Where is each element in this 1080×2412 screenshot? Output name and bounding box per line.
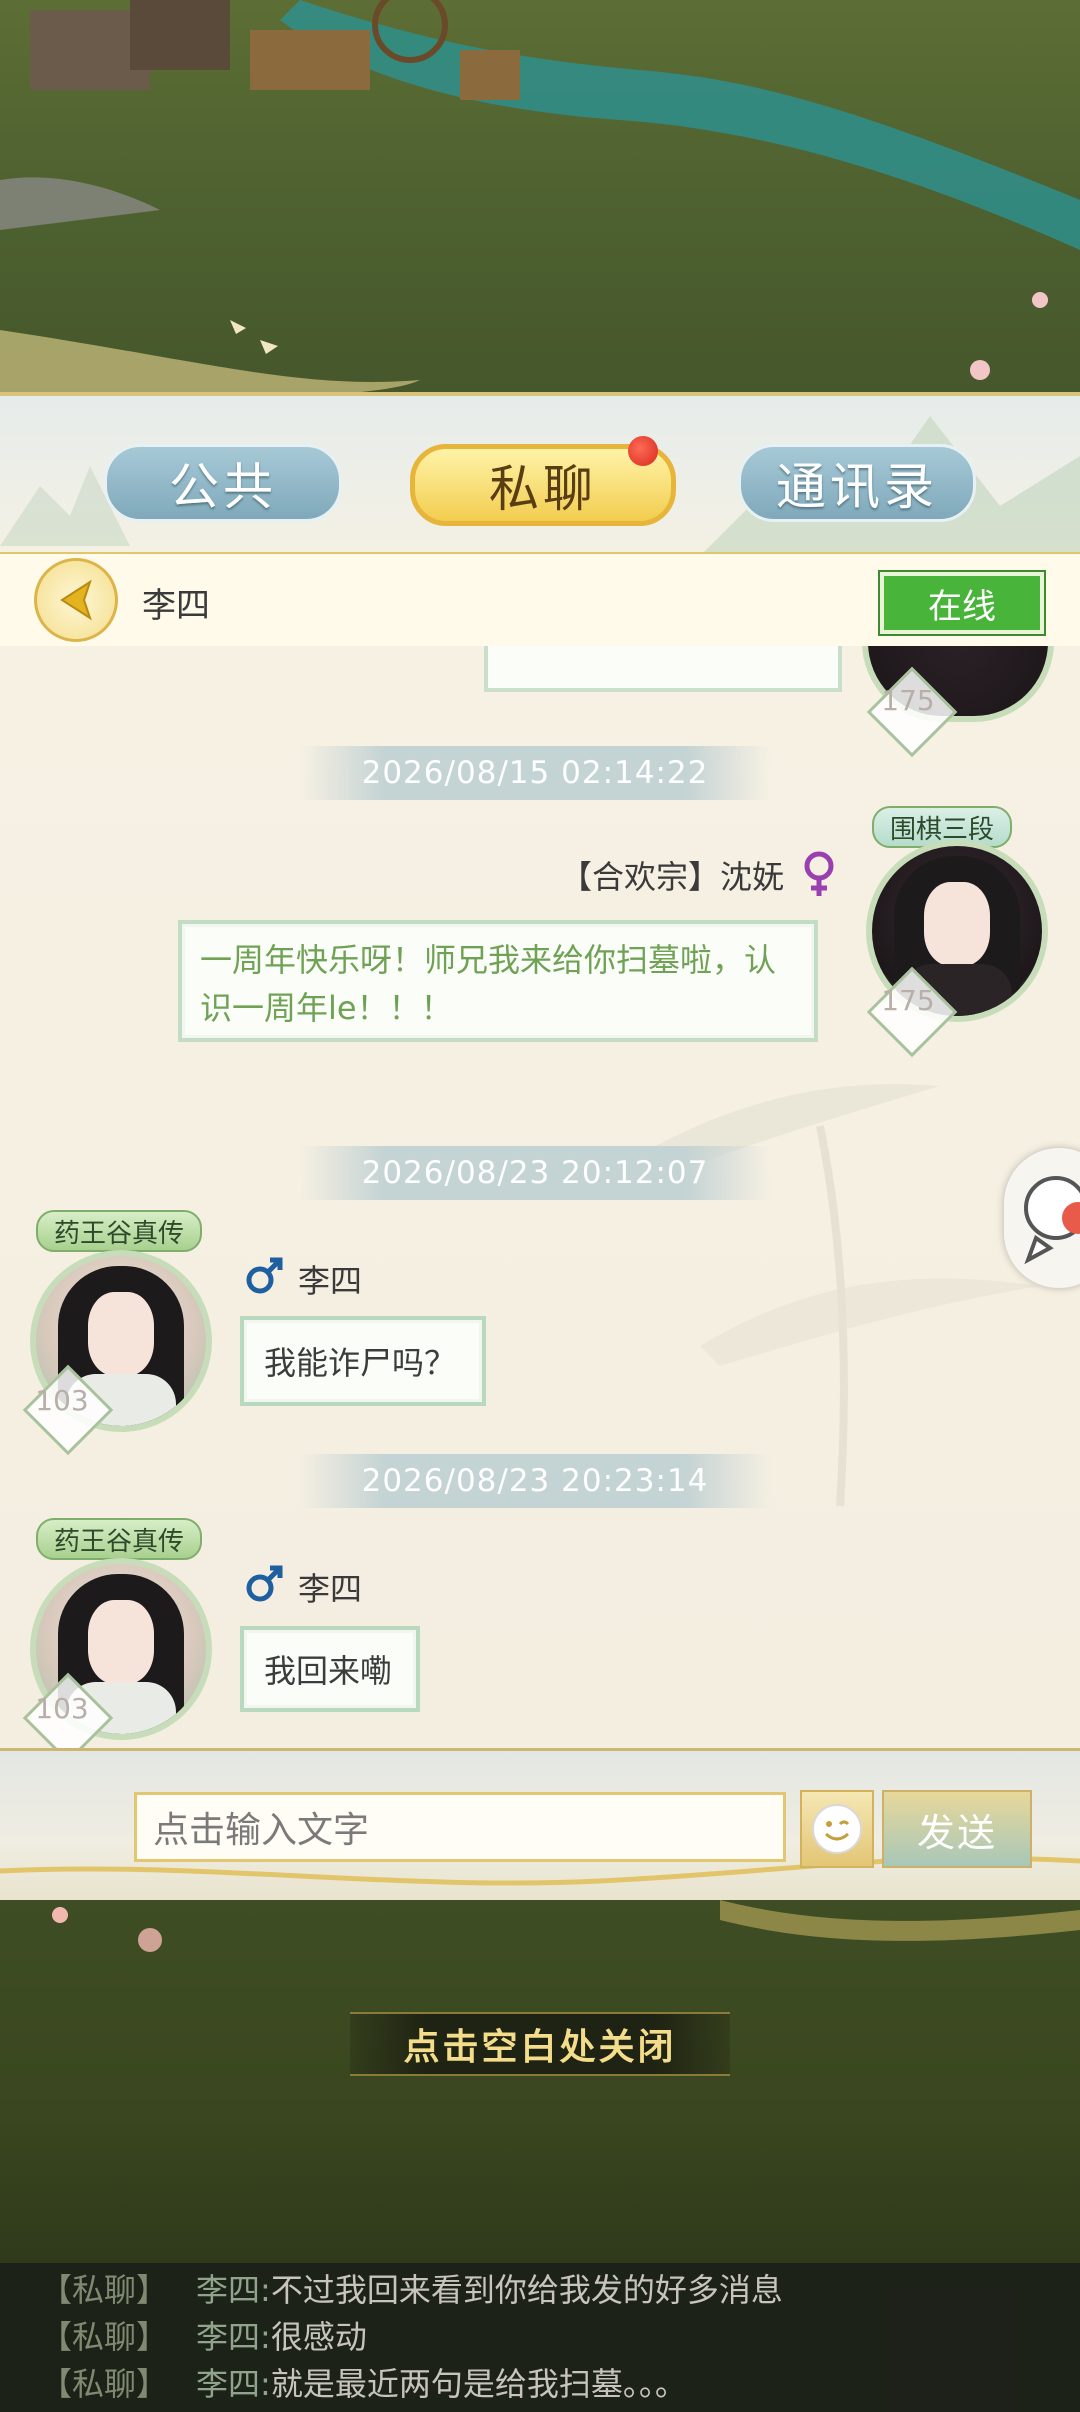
message-bubble: 一周年快乐呀！师兄我来给你扫墓啦，认识一周年le！！！ — [178, 920, 818, 1042]
emoji-button[interactable] — [800, 1790, 874, 1868]
chevron-left-icon — [60, 579, 92, 621]
rank-tag: 药王谷真传 — [36, 1518, 203, 1560]
log-channel: 【私聊】 — [40, 2271, 169, 2309]
notification-dot-icon — [628, 436, 658, 466]
male-icon — [246, 1257, 283, 1294]
message-bubble: 我能诈尸吗？ — [240, 1316, 486, 1406]
sender-name: 李四 — [298, 1262, 363, 1300]
avatar-face — [88, 1600, 154, 1684]
log-channel: 【私聊】 — [40, 2318, 169, 2356]
avatar-face — [924, 882, 990, 966]
level-text: 175 — [881, 984, 935, 1017]
landscape-illustration — [0, 0, 1080, 397]
log-sender: 李四: — [196, 2318, 271, 2356]
message-input[interactable]: 点击输入文字 — [134, 1792, 786, 1862]
back-button[interactable] — [34, 558, 118, 642]
close-hint-label[interactable]: 点击空白处关闭 — [350, 2012, 730, 2076]
message-timestamp: 2026/08/15 02:14:22 — [300, 746, 770, 800]
sender-name: 【合欢宗】沈妩 — [560, 858, 785, 896]
avatar-face — [88, 1292, 154, 1376]
send-button[interactable]: 发送 — [882, 1790, 1032, 1868]
tab-contacts[interactable]: 通讯录 — [738, 444, 976, 522]
sender-name: 李四 — [298, 1570, 363, 1608]
partial-level-text: 175 — [881, 684, 935, 717]
message-timestamp: 2026/08/23 20:12:07 — [300, 1146, 770, 1200]
tab-public[interactable]: 公共 — [104, 444, 342, 522]
log-sender: 李四: — [196, 2271, 271, 2309]
partial-message-bubble — [484, 646, 842, 692]
floating-emote-button[interactable] — [1004, 1148, 1080, 1288]
chat-message-list[interactable]: 175 2026/08/15 02:14:22 围棋三段 【合欢宗】沈妩 175… — [0, 646, 1080, 1748]
message-bubble: 我回来嘞 — [240, 1626, 420, 1712]
rank-tag: 药王谷真传 — [36, 1210, 203, 1252]
landscape-illustration — [52, 1900, 1080, 1952]
game-scene-background[interactable] — [0, 1900, 1080, 2265]
log-sender: 李四: — [196, 2365, 271, 2403]
log-line: 【私聊】 李四: 不过我回来看到你给我发的好多消息 — [40, 2266, 783, 2310]
female-icon — [804, 851, 834, 896]
log-line: 【私聊】 李四: 就是最近两句是给我扫墓。。。 — [40, 2360, 687, 2404]
log-channel: 【私聊】 — [40, 2365, 169, 2403]
level-text: 103 — [35, 1384, 89, 1417]
game-scene-background — [0, 0, 1080, 400]
level-text: 103 — [35, 1692, 89, 1725]
chat-bubble-icon — [1024, 1176, 1080, 1265]
male-icon — [246, 1565, 283, 1602]
message-timestamp: 2026/08/23 20:23:14 — [300, 1454, 770, 1508]
online-status-badge: 在线 — [878, 570, 1046, 636]
log-line: 【私聊】 李四: 很感动 — [40, 2313, 367, 2357]
smiley-icon — [812, 1804, 862, 1854]
log-text: 不过我回来看到你给我发的好多消息 — [270, 2271, 783, 2309]
log-text: 就是最近两句是给我扫墓。。。 — [270, 2365, 687, 2403]
log-text: 很感动 — [270, 2318, 367, 2356]
contact-name: 李四 — [142, 586, 210, 626]
